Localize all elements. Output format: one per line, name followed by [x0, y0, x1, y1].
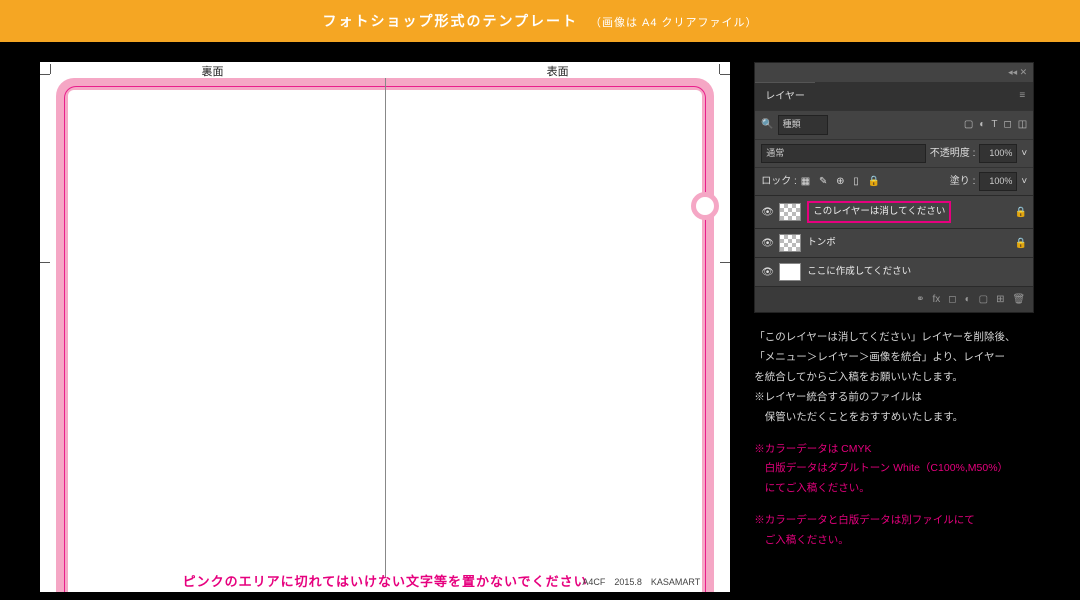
note-line: ※カラーデータは CMYK: [754, 441, 1050, 459]
layer-name: トンボ: [807, 235, 836, 251]
group-icon[interactable]: ▢: [979, 291, 988, 308]
lock-icon: 🔒: [1015, 235, 1027, 252]
link-layers-icon[interactable]: ⚭: [916, 291, 924, 308]
filter-adjust-icon[interactable]: ◐: [979, 116, 985, 133]
banner-title: フォトショップ形式のテンプレート: [322, 13, 578, 29]
crop-mark: [720, 262, 730, 263]
thumb-notch: [691, 192, 719, 220]
label-front: 表面: [385, 63, 730, 79]
panel-menu-icon[interactable]: ≡: [1011, 82, 1033, 109]
visibility-icon[interactable]: 👁: [761, 264, 773, 281]
layer-row[interactable]: 👁 トンボ 🔒: [755, 228, 1033, 257]
fill-label: 塗り :: [950, 173, 976, 190]
crop-mark: [40, 74, 50, 75]
note-line: ※カラーデータと白版データは別ファイルにて: [754, 512, 1050, 530]
lock-label: ロック :: [761, 173, 797, 190]
filter-pixel-icon[interactable]: ▢: [964, 116, 973, 133]
chevron-down-icon[interactable]: ˅: [1021, 173, 1027, 190]
instructions-text: 「このレイヤーは消してください」レイヤーを削除後、「メニュー＞レイヤー＞画像を統…: [754, 329, 1050, 549]
crop-mark: [719, 64, 720, 74]
layers-panel: ◂◂ ✕ レイヤー ≡ 🔍 種類 ▢ ◐ T ◻ ◫ 通常 不透明度 : 100%…: [754, 62, 1034, 313]
filter-type-icon[interactable]: T: [991, 116, 997, 133]
label-back: 裏面: [40, 63, 385, 79]
banner-subtitle: （画像は A4 クリアファイル）: [590, 17, 758, 29]
visibility-icon[interactable]: 👁: [761, 204, 773, 221]
fx-icon[interactable]: fx: [933, 291, 941, 308]
fold-line: [385, 78, 386, 578]
note-line: にてご入稿ください。: [754, 480, 1050, 498]
instruction-line: 保管いただくことをおすすめいたします。: [754, 409, 1050, 427]
new-layer-icon[interactable]: ⊞: [996, 291, 1004, 308]
crop-mark: [720, 74, 730, 75]
instruction-line: を統合してからご入稿をお願いいたします。: [754, 369, 1050, 387]
layer-thumbnail: [779, 203, 801, 221]
panel-collapse-icon[interactable]: ◂◂ ✕: [1008, 65, 1027, 80]
instruction-line: ※レイヤー統合する前のファイルは: [754, 389, 1050, 407]
search-icon: 🔍: [761, 116, 773, 133]
blend-mode-select[interactable]: 通常: [761, 144, 926, 163]
fill-value[interactable]: 100%: [979, 172, 1017, 191]
mask-icon[interactable]: ◻: [948, 291, 956, 308]
header-banner: フォトショップ形式のテンプレート （画像は A4 クリアファイル）: [0, 0, 1080, 42]
footer-meta: A4CF 2015.8 KASAMART: [582, 575, 700, 588]
note-line: ご入稿ください。: [754, 532, 1050, 550]
layer-row[interactable]: 👁 このレイヤーは消してください 🔒: [755, 195, 1033, 228]
instruction-line: 「メニュー＞レイヤー＞画像を統合」より、レイヤー: [754, 349, 1050, 367]
note-line: 白版データはダブルトーン White（C100%,M50%）: [754, 460, 1050, 478]
visibility-icon[interactable]: 👁: [761, 235, 773, 252]
layer-thumbnail: [779, 234, 801, 252]
layer-row[interactable]: 👁 ここに作成してください: [755, 257, 1033, 286]
opacity-label: 不透明度 :: [930, 145, 976, 162]
lock-icon: 🔒: [1015, 204, 1027, 221]
layer-thumbnail: [779, 263, 801, 281]
chevron-down-icon[interactable]: ˅: [1021, 145, 1027, 162]
layer-name: ここに作成してください: [807, 264, 911, 280]
crop-mark: [40, 262, 50, 263]
layers-tab[interactable]: レイヤー: [755, 82, 815, 110]
adjustment-icon[interactable]: ◐: [965, 291, 971, 308]
layer-name: このレイヤーは消してください: [807, 201, 951, 223]
lock-icons[interactable]: ▦ ✎ ⊕ ▯ 🔒: [801, 173, 883, 190]
filter-smart-icon[interactable]: ◫: [1018, 116, 1027, 133]
trash-icon[interactable]: 🗑: [1013, 291, 1026, 308]
filter-shape-icon[interactable]: ◻: [1003, 116, 1011, 133]
crop-mark: [50, 64, 51, 74]
opacity-value[interactable]: 100%: [979, 144, 1017, 163]
instruction-line: 「このレイヤーは消してください」レイヤーを削除後、: [754, 329, 1050, 347]
template-preview: 裏面 表面 ピンクのエリアに切れてはいけない文字等を置かないでください A4CF…: [40, 62, 730, 592]
filter-type-select[interactable]: 種類: [778, 115, 828, 134]
